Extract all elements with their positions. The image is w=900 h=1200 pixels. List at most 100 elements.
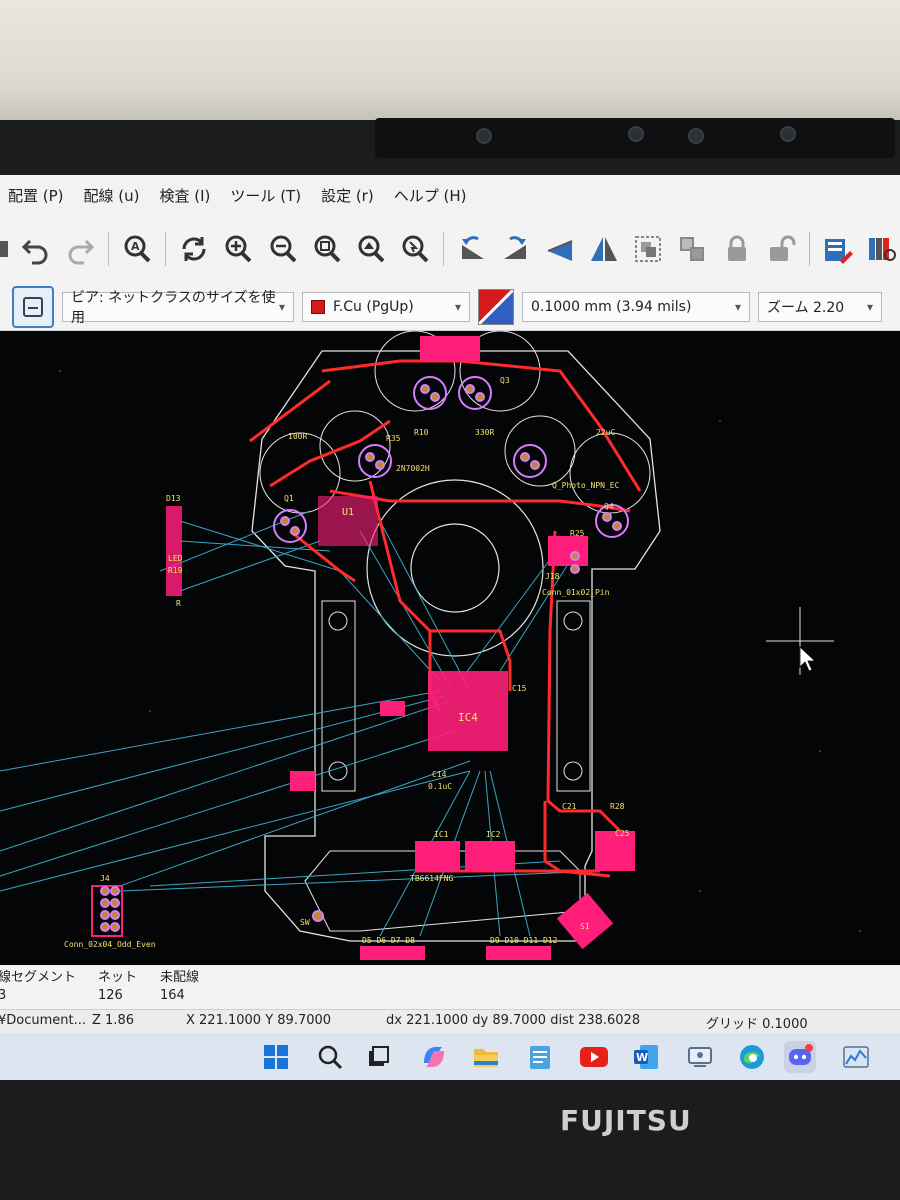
motor-hole-inner — [410, 523, 500, 613]
layer-value: F.Cu (PgUp) — [333, 298, 414, 315]
svg-text:A: A — [131, 240, 140, 253]
menu-bar: 配置 (P) 配線 (u) 検査 (I) ツール (T) 設定 (r) ヘルプ … — [0, 175, 900, 215]
chevron-down-icon: ▾ — [866, 299, 873, 314]
label-r10: R10 — [414, 428, 429, 437]
label-r35: R35 — [386, 434, 401, 443]
label-330r: 330R — [475, 428, 494, 437]
label-q3: Q3 — [500, 376, 510, 385]
label-j18: J18 — [545, 572, 560, 581]
segments-header: 線セグメント — [0, 970, 77, 985]
label-r25: R25 — [570, 529, 585, 538]
menu-inspect[interactable]: 検査 (I) — [160, 185, 211, 206]
sensor-icon — [688, 128, 704, 144]
options-bar: ビア: ネットクラスのサイズを使用 ▾ F.Cu (PgUp) ▾ 0.1000… — [0, 283, 900, 331]
menu-preferences[interactable]: 設定 (r) — [321, 185, 374, 206]
label-sw: SW — [300, 918, 310, 927]
menu-help[interactable]: ヘルプ (H) — [394, 185, 467, 206]
nets-column: ネット 126 — [98, 969, 137, 1005]
laptop-brand-logo: FUJITSU — [560, 1100, 691, 1148]
net-info-panel: 線セグメント 3 ネット 126 未配線 164 — [0, 965, 900, 1009]
task-view-icon[interactable] — [362, 1041, 394, 1073]
label-ic4: IC4 — [458, 711, 478, 724]
chevron-down-icon: ▾ — [454, 299, 461, 314]
youtube-icon[interactable] — [578, 1041, 610, 1073]
redo-icon[interactable] — [62, 230, 98, 268]
unlock-icon[interactable] — [763, 230, 799, 268]
file-path: ¥Document... — [0, 1013, 87, 1028]
delta-coords: dx 221.1000 dy 89.7000 dist 238.6028 — [386, 1013, 641, 1028]
label-100r: 100R — [288, 432, 307, 441]
menu-place[interactable]: 配置 (P) — [8, 185, 64, 206]
menu-route[interactable]: 配線 (u) — [84, 185, 140, 206]
find-icon[interactable]: A — [119, 230, 155, 268]
performance-monitor-icon[interactable] — [840, 1041, 872, 1073]
windows-taskbar: W — [0, 1033, 900, 1080]
zoom-select[interactable]: ズーム 2.20 ▾ — [758, 291, 882, 322]
label-ic2: IC2 — [486, 830, 501, 839]
grid-select[interactable]: 0.1000 mm (3.94 mils) ▾ — [522, 291, 750, 322]
unrouted-value: 164 — [160, 988, 185, 1003]
layer-pair-icon[interactable] — [478, 288, 514, 325]
label-c21: C21 — [562, 802, 577, 811]
pcb-drawing: D13 LED R19 R U1 Q1 R10 R35 330R 100R 22… — [0, 330, 861, 960]
label-c01u: 0.1uC — [428, 782, 452, 791]
toolbar-separator — [808, 232, 810, 266]
menu-tools[interactable]: ツール (T) — [230, 185, 301, 206]
chevron-down-icon: ▾ — [734, 299, 741, 314]
netlist-update-icon[interactable] — [820, 230, 856, 268]
svg-text:W: W — [636, 1051, 648, 1064]
file-explorer-icon[interactable] — [470, 1041, 502, 1073]
label-c14: C14 — [432, 770, 447, 779]
label-conn-pin: Conn_01x02_Pin — [542, 588, 610, 597]
flip-horizontal-icon[interactable] — [542, 230, 578, 268]
label-j4: J4 — [100, 874, 110, 883]
label-q-photo: Q_Photo_NPN_EC — [552, 481, 620, 490]
undo-icon[interactable] — [18, 230, 54, 268]
label-s1: S1 — [580, 922, 590, 931]
lock-icon[interactable] — [719, 230, 755, 268]
zoom-out-icon[interactable] — [264, 230, 300, 268]
zoom-selection-icon[interactable] — [397, 230, 433, 268]
library-browser-icon[interactable] — [864, 230, 900, 268]
via-size-icon[interactable] — [12, 285, 54, 328]
zoom-in-icon[interactable] — [220, 230, 256, 268]
label-u1: U1 — [342, 507, 354, 518]
notepad-icon[interactable] — [524, 1041, 556, 1073]
label-r19: R19 — [168, 566, 183, 575]
unrouted-header: 未配線 — [160, 970, 200, 985]
segments-column: 線セグメント 3 — [0, 969, 76, 1005]
label-q1: Q1 — [284, 494, 294, 503]
edge-icon[interactable] — [736, 1041, 768, 1073]
silkscreen: D13 LED R19 R U1 Q1 R10 R35 330R 100R 22… — [64, 376, 630, 949]
label-22uc: 22uC — [596, 428, 615, 437]
camera-icon — [476, 128, 492, 144]
zoom-objects-icon[interactable] — [353, 230, 389, 268]
cursor-coords: X 221.1000 Y 89.7000 — [186, 1013, 332, 1028]
mirror-icon[interactable] — [586, 230, 622, 268]
label-tb6614fng: TB6614FNG — [410, 874, 454, 883]
copilot-icon[interactable] — [418, 1041, 450, 1073]
pcb-canvas[interactable]: D13 LED R19 R U1 Q1 R10 R35 330R 100R 22… — [0, 330, 900, 965]
zoom-value: ズーム 2.20 — [767, 299, 845, 316]
refresh-icon[interactable] — [176, 230, 212, 268]
segments-value: 3 — [0, 988, 7, 1003]
teams-icon[interactable] — [684, 1041, 716, 1073]
save-icon[interactable] — [0, 230, 10, 268]
word-icon[interactable]: W — [630, 1041, 662, 1073]
main-toolbar: A — [0, 215, 900, 283]
brand-text: FUJITSU — [560, 1104, 690, 1137]
group-icon[interactable] — [630, 230, 666, 268]
zoom-status: Z 1.86 — [92, 1013, 134, 1028]
grid-value: 0.1000 mm (3.94 mils) — [531, 298, 692, 315]
via-size-select[interactable]: ビア: ネットクラスのサイズを使用 ▾ — [62, 290, 294, 326]
label-leds-right: D9 D10 D11 D12 — [490, 936, 558, 945]
rotate-ccw-icon[interactable] — [454, 230, 490, 268]
zoom-fit-icon[interactable] — [309, 230, 345, 268]
windows-start-icon[interactable] — [260, 1041, 292, 1073]
layer-color-swatch — [311, 299, 325, 314]
ungroup-icon[interactable] — [674, 230, 710, 268]
discord-icon[interactable] — [784, 1041, 816, 1073]
search-icon[interactable] — [314, 1041, 346, 1073]
rotate-cw-icon[interactable] — [498, 230, 534, 268]
layer-select[interactable]: F.Cu (PgUp) ▾ — [302, 291, 470, 322]
